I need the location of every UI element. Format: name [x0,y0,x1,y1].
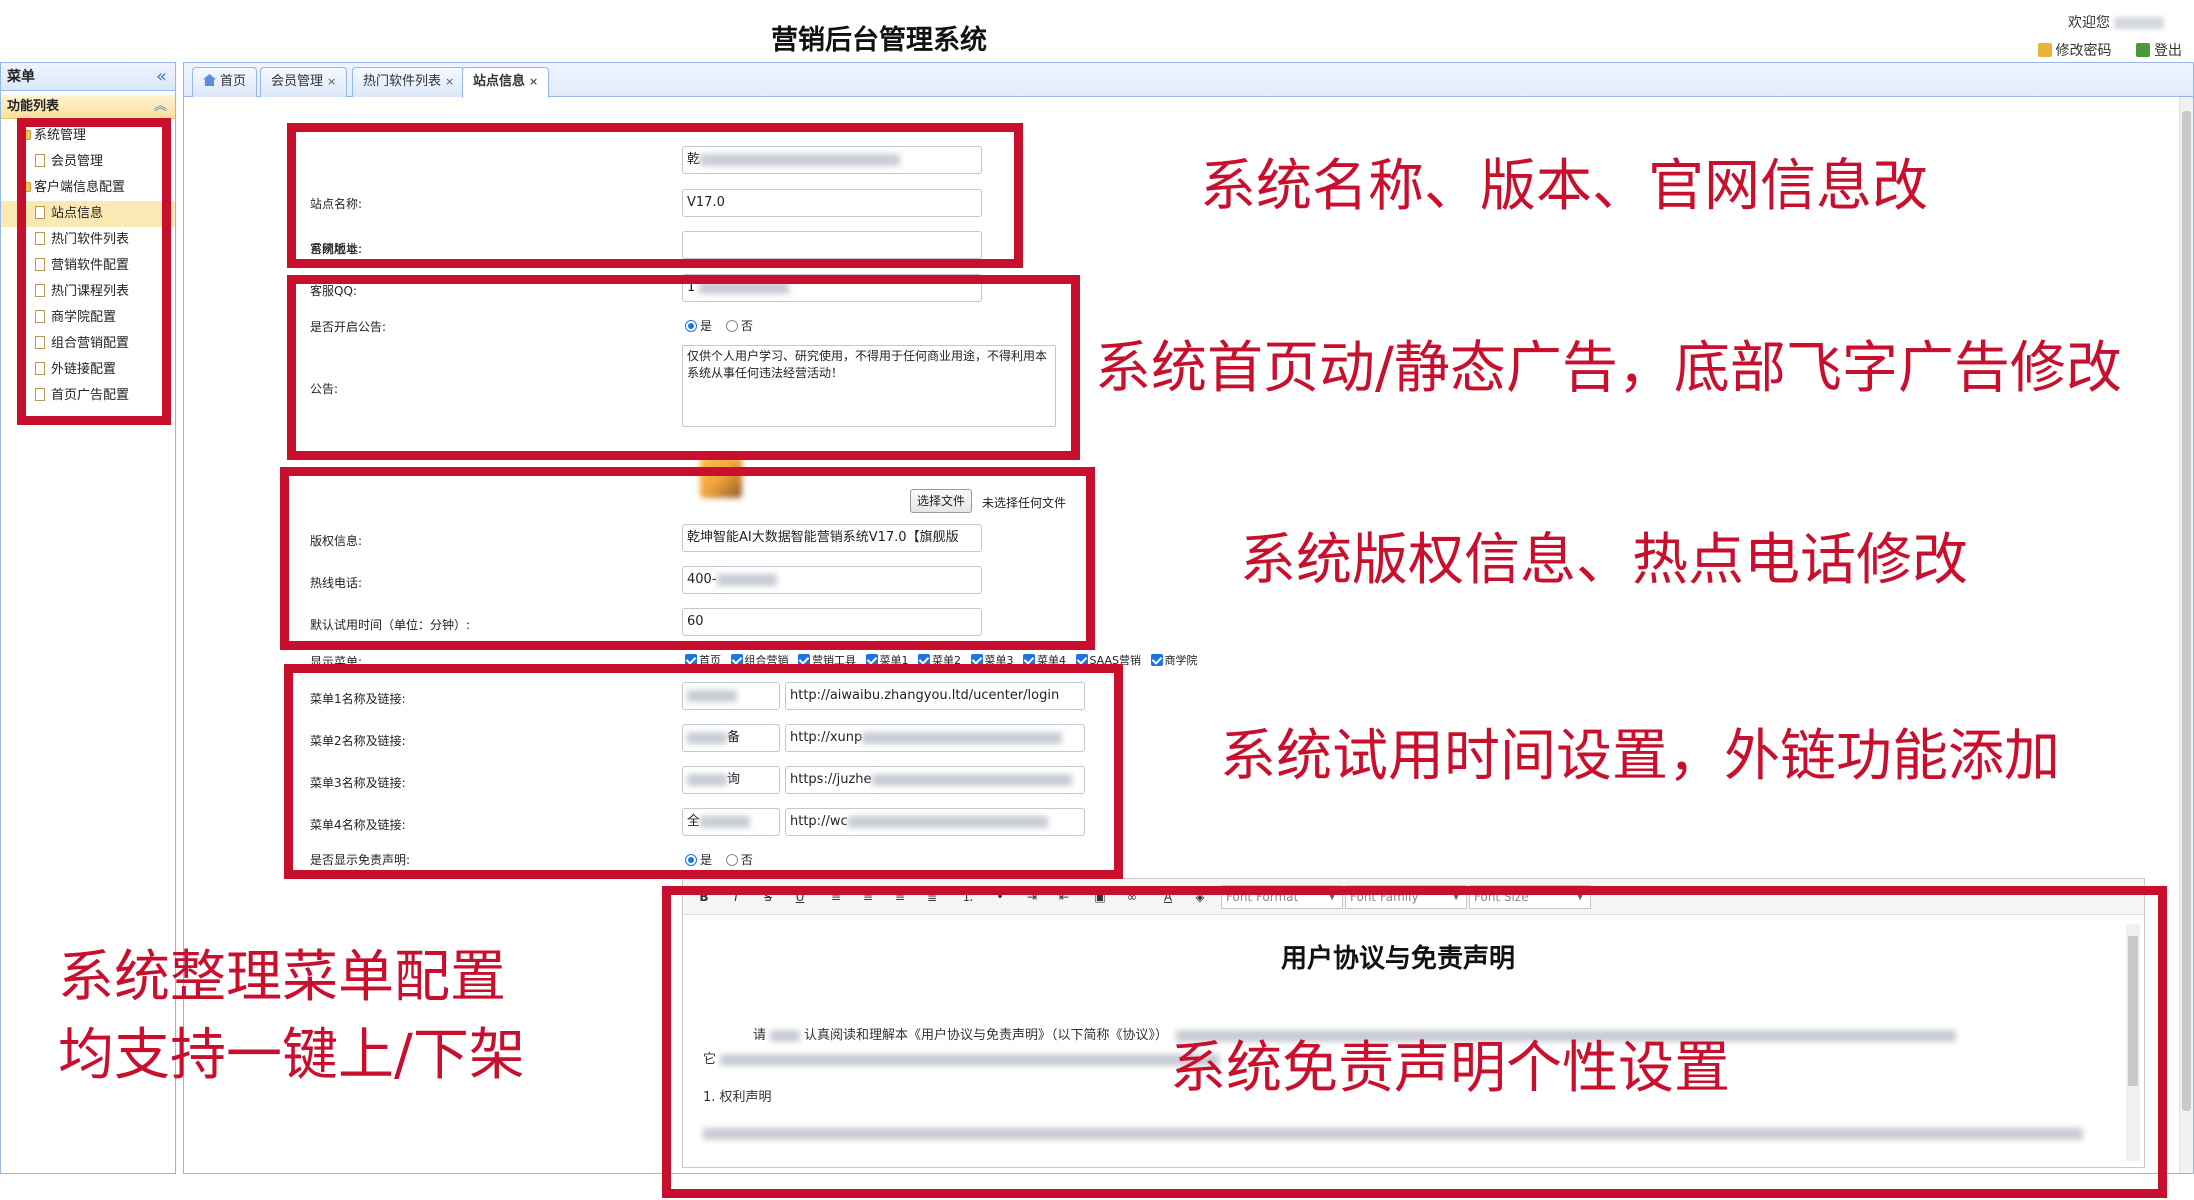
close-icon[interactable]: × [327,75,336,88]
annotation-text-menu-config: 系统整理菜单配置 [58,945,506,1010]
tab-label: 站点信息 [473,74,526,89]
tab-members[interactable]: 会员管理 × [260,67,348,97]
annotation-text-site-info: 系统名称、版本、官网信息改 [1200,154,1928,219]
annotation-box-site-info [287,123,1023,268]
annotation-text-onekey: 均支持一键上/下架 [58,1023,525,1088]
tab-bar: 首页 会员管理 × 热门软件列表 × 站点信息 × [184,63,2193,98]
function-list-title: 功能列表 [7,99,60,114]
exit-icon [2136,43,2150,57]
tab-hot-software[interactable]: 热门软件列表 × [352,67,466,97]
change-password-link[interactable]: 修改密码 [2037,43,2112,59]
annotation-text-trial: 系统试用时间设置，外链功能添加 [1220,724,2060,789]
checkbox-checked[interactable] [1150,654,1163,666]
username-redacted [2114,17,2164,29]
annotation-text-copyright: 系统版权信息、热点电话修改 [1240,528,1968,593]
checkbox-label: 商学院 [1164,654,1198,667]
tab-label: 会员管理 [271,74,324,89]
close-icon[interactable]: × [445,75,454,88]
tab-label: 热门软件列表 [363,74,442,89]
header-links: 修改密码 登出 [2018,40,2182,60]
scrollbar-thumb[interactable] [2182,111,2191,1111]
function-list-header[interactable]: 功能列表 ︽ [1,95,175,119]
sidebar-title: 菜单 [7,69,35,85]
logout-label: 登出 [2154,43,2182,59]
tab-label: 首页 [220,74,247,89]
annotation-box-notice [287,275,1080,460]
collapse-section-icon[interactable]: ︽ [154,95,167,119]
app-root: 营销后台管理系统 欢迎您 修改密码 登出 菜单 « 功能列表 ︽ 系统管理 会员… [0,0,2194,1200]
welcome-label: 欢迎您 [2068,15,2110,31]
tab-home[interactable]: 首页 [192,67,258,97]
app-title: 营销后台管理系统 [771,25,987,56]
tab-site-info[interactable]: 站点信息 × [462,67,550,98]
key-icon [2037,43,2052,57]
annotation-text-disclaimer: 系统免责声明个性设置 [1170,1036,1730,1101]
annotation-text-ads: 系统首页动/静态广告，底部飞字广告修改 [1095,336,2122,401]
logout-link[interactable]: 登出 [2136,43,2182,59]
home-icon [203,74,216,86]
menu-checkbox[interactable]: 商学院 [1150,654,1198,667]
main-scrollbar[interactable] [2179,97,2193,1173]
close-icon[interactable]: × [529,75,538,88]
annotation-box-menu-links [284,664,1123,879]
change-password-label: 修改密码 [2055,43,2112,59]
welcome-text: 欢迎您 [2068,12,2164,32]
annotation-box-copyright [280,467,1095,650]
annotation-box-menu [17,118,171,425]
collapse-sidebar-icon[interactable]: « [156,63,167,91]
sidebar-header: 菜单 « [1,63,175,91]
